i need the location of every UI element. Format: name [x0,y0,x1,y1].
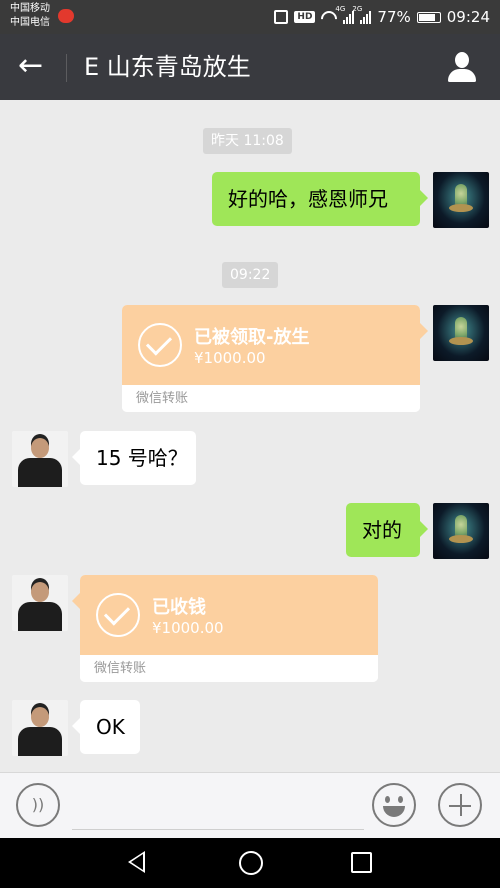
timestamp: 昨天 11:08 [203,128,292,154]
transfer-footer: 微信转账 [122,385,420,412]
received-message[interactable]: OK [72,700,140,754]
plus-icon[interactable] [438,783,482,827]
hd-icon: HD [294,11,316,23]
status-bar: 中国移动 中国电信 HD 4G 2G 77% 09:24 [0,0,500,34]
my-avatar[interactable] [433,503,489,559]
my-avatar[interactable] [433,172,489,228]
check-circle-icon [96,593,140,637]
message-input[interactable] [72,787,364,830]
sent-message[interactable]: 好的哈，感恩师兄 [212,172,428,226]
battery-icon [416,11,441,23]
check-circle-icon [138,323,182,367]
voice-icon[interactable]: )) [16,783,60,827]
signal-2g-label: 2G [352,5,363,13]
signal-4g-label: 4G [335,5,346,13]
signal-2g-icon: 2G [352,5,372,24]
transfer-status: 已收钱 [152,597,206,618]
carrier-info: 中国移动 中国电信 [10,2,50,30]
carrier-1: 中国移动 [10,3,50,14]
transfer-card-body: 已被领取-放生 ¥1000.00 [122,305,420,385]
transfer-footer: 微信转账 [80,655,378,682]
battery-percent: 77% [377,8,411,26]
nav-home-icon[interactable] [239,851,263,875]
back-arrow-icon[interactable]: ← [18,50,52,84]
vibrate-icon [274,10,289,24]
friend-avatar[interactable] [12,575,68,631]
nav-back-icon[interactable] [128,851,145,873]
chat-messages[interactable]: 昨天 11:08 好的哈，感恩师兄 09:22 已被领取-放生 ¥1000.00… [0,100,500,772]
nav-recents-icon[interactable] [351,852,372,873]
chat-header: ← E 山东青岛放生 [0,34,500,100]
input-bar: )) [0,772,500,838]
my-avatar[interactable] [433,305,489,361]
transfer-amount: ¥1000.00 [152,619,224,637]
status-icons: HD 4G 2G 77% 09:24 [274,5,490,27]
system-nav-bar [0,838,500,888]
transfer-amount: ¥1000.00 [194,349,266,367]
carrier-2: 中国电信 [10,17,50,28]
timestamp: 09:22 [222,262,279,288]
transfer-card-received[interactable]: 已收钱 ¥1000.00 微信转账 [72,575,378,682]
clock: 09:24 [446,8,490,26]
emoji-icon[interactable] [372,783,416,827]
transfer-card-sent[interactable]: 已被领取-放生 ¥1000.00 微信转账 [122,305,428,412]
chat-title: E 山东青岛放生 [84,53,251,81]
header-divider [66,54,67,82]
profile-icon[interactable] [446,52,478,84]
received-message[interactable]: 15 号哈？ [72,431,196,485]
friend-avatar[interactable] [12,700,68,756]
sent-message[interactable]: 对的 [346,503,428,557]
transfer-status: 已被领取-放生 [194,327,310,348]
transfer-card-body: 已收钱 ¥1000.00 [80,575,378,655]
friend-avatar[interactable] [12,431,68,487]
weibo-notification-icon [58,9,74,23]
